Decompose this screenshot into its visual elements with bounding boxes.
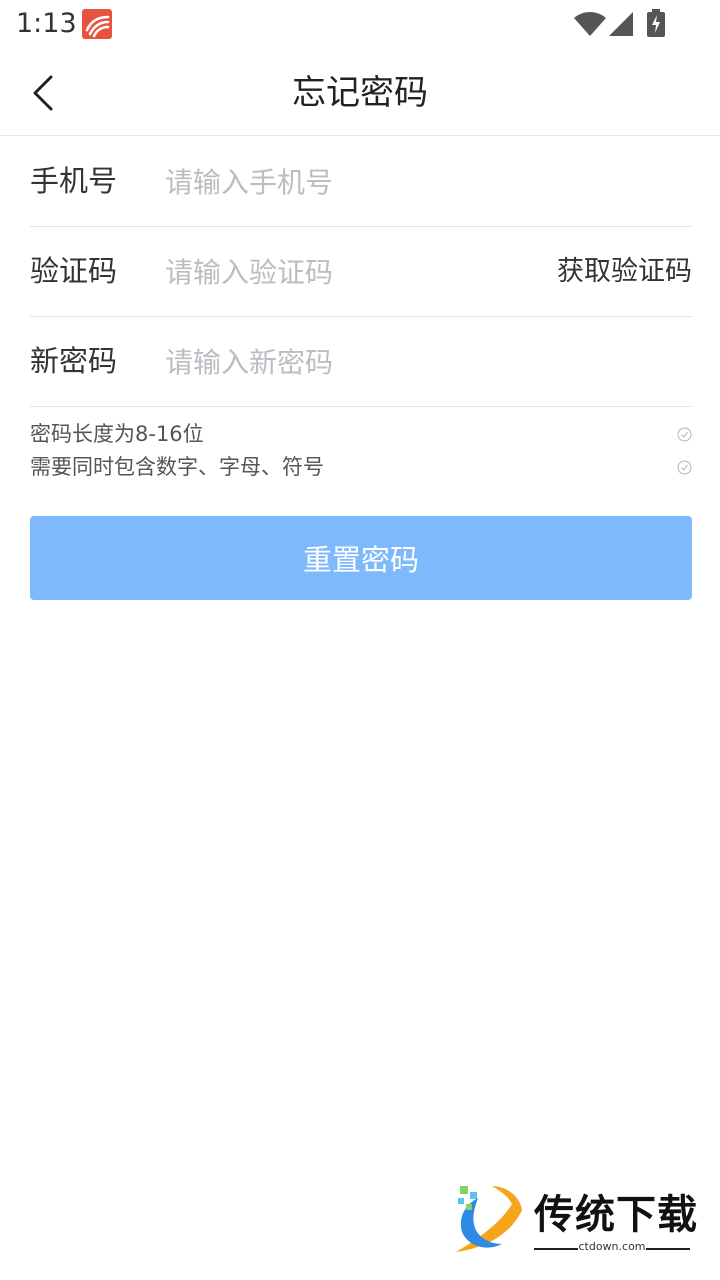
phone-label: 手机号 [30, 164, 118, 198]
battery-charging-icon [647, 9, 665, 37]
rule-complexity: 需要同时包含数字、字母、符号 [30, 452, 692, 482]
watermark: 传统下载 ctdown.com [448, 1182, 700, 1264]
wifi-icon [574, 12, 606, 36]
phone-row: 手机号 [30, 137, 692, 227]
password-input[interactable] [165, 337, 685, 387]
signal-icon [609, 12, 633, 36]
page-title: 忘记密码 [292, 73, 428, 113]
get-code-button[interactable]: 获取验证码 [557, 227, 692, 316]
watermark-brand: 传统下载 [534, 1192, 698, 1238]
password-label: 新密码 [30, 344, 118, 378]
back-button[interactable] [22, 68, 72, 118]
status-time: 1:13 [16, 8, 77, 39]
rule-complexity-text: 需要同时包含数字、字母、符号 [30, 455, 324, 479]
phone-input[interactable] [165, 157, 685, 207]
watermark-url: ctdown.com [578, 1240, 646, 1253]
code-row: 验证码 获取验证码 [30, 227, 692, 317]
password-row: 新密码 [30, 317, 692, 407]
check-circle-icon [677, 460, 692, 475]
rule-length-text: 密码长度为8-16位 [30, 422, 204, 446]
reset-password-button[interactable]: 重置密码 [30, 516, 692, 600]
status-bar: 1:13 [0, 0, 720, 50]
watermark-logo-icon [456, 1186, 522, 1252]
app-bar: 忘记密码 [0, 50, 720, 136]
chevron-left-icon [33, 75, 53, 111]
check-circle-icon [677, 427, 692, 442]
code-input[interactable] [165, 247, 535, 297]
rule-length: 密码长度为8-16位 [30, 419, 692, 449]
code-label: 验证码 [30, 254, 118, 288]
flag-app-icon [82, 9, 112, 39]
